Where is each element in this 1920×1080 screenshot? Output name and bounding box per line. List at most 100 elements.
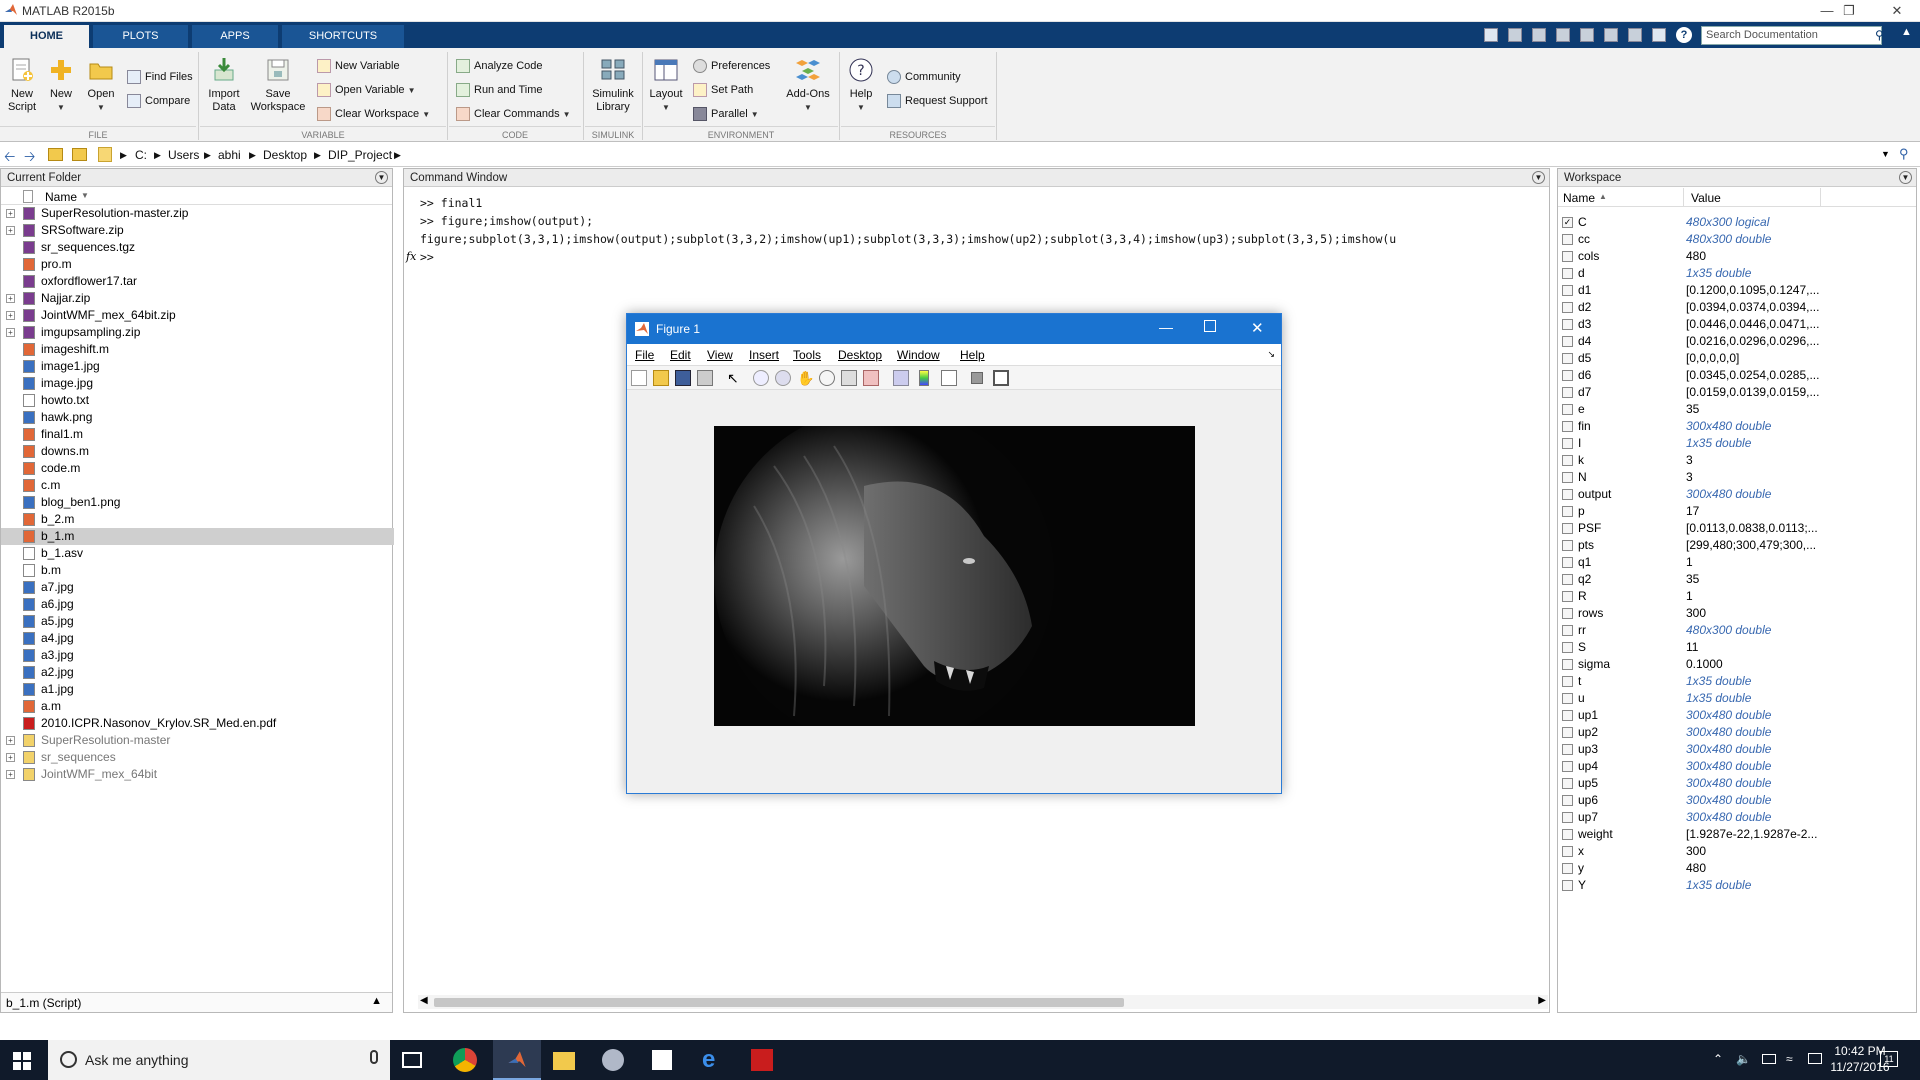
new-variable-button[interactable]: New Variable [317, 57, 400, 75]
expand-icon[interactable]: + [6, 209, 15, 218]
workspace-row[interactable]: rr 480x300 double [1558, 622, 1918, 639]
menu-insert[interactable]: Insert [749, 348, 779, 362]
parallel-button[interactable]: Parallel ▼ [693, 105, 759, 123]
help-icon[interactable]: ? [1676, 27, 1692, 43]
workspace-row[interactable]: rows 300 [1558, 605, 1918, 622]
paste-icon[interactable] [1556, 28, 1570, 42]
file-row[interactable]: a4.jpg [1, 630, 394, 647]
workspace-row[interactable]: up5 300x480 double [1558, 775, 1918, 792]
file-row[interactable]: imageshift.m [1, 341, 394, 358]
show-plot-tools-icon[interactable] [993, 370, 1009, 386]
find-files-button[interactable]: Find Files [127, 68, 193, 86]
print-figure-icon[interactable] [697, 370, 713, 386]
file-row[interactable]: + Najjar.zip [1, 290, 394, 307]
file-row[interactable]: 2010.ICPR.Nasonov_Krylov.SR_Med.en.pdf [1, 715, 394, 732]
link-plot-icon[interactable] [893, 370, 909, 386]
workspace-row[interactable]: cc 480x300 double [1558, 231, 1918, 248]
file-row[interactable]: image1.jpg [1, 358, 394, 375]
file-row[interactable]: sr_sequences.tgz [1, 239, 394, 256]
workspace-row[interactable]: sigma 0.1000 [1558, 656, 1918, 673]
workspace-row[interactable]: d1 [0.1200,0.1095,0.1247,... [1558, 282, 1918, 299]
column-value[interactable]: Value [1691, 191, 1721, 205]
menu-help[interactable]: Help [960, 348, 985, 362]
workspace-row[interactable]: up2 300x480 double [1558, 724, 1918, 741]
file-row[interactable]: a3.jpg [1, 647, 394, 664]
path-segment[interactable]: C: [135, 148, 147, 162]
file-row[interactable]: b_2.m [1, 511, 394, 528]
file-explorer-icon[interactable] [553, 1052, 575, 1070]
workspace-row[interactable]: cols 480 [1558, 248, 1918, 265]
file-row[interactable]: + SuperResolution-master.zip [1, 205, 394, 222]
colorbar-icon[interactable] [919, 370, 929, 386]
scrollbar-thumb[interactable] [434, 998, 1124, 1007]
file-row[interactable]: + JointWMF_mex_64bit.zip [1, 307, 394, 324]
workspace-row[interactable]: q1 1 [1558, 554, 1918, 571]
file-row[interactable]: a5.jpg [1, 613, 394, 630]
scroll-left-icon[interactable]: ◀ [420, 995, 428, 1006]
menu-desktop[interactable]: Desktop [838, 348, 882, 362]
workspace-row[interactable]: d6 [0.0345,0.0254,0.0285,... [1558, 367, 1918, 384]
workspace-row[interactable]: up4 300x480 double [1558, 758, 1918, 775]
action-center-icon[interactable]: 11 [1880, 1051, 1898, 1067]
tab-apps[interactable]: APPS [192, 25, 278, 48]
menu-file[interactable]: File [635, 348, 654, 362]
cut-icon[interactable] [1508, 28, 1522, 42]
file-row[interactable]: final1.m [1, 426, 394, 443]
simulink-library-button[interactable]: Simulink Library [590, 56, 636, 114]
file-row[interactable]: code.m [1, 460, 394, 477]
column-name[interactable]: Name [45, 190, 77, 204]
workspace-row[interactable]: up1 300x480 double [1558, 707, 1918, 724]
file-row[interactable]: b_1.m [1, 528, 394, 545]
legend-icon[interactable] [941, 370, 957, 386]
workspace-row[interactable]: Y 1x35 double [1558, 877, 1918, 894]
file-row[interactable]: pro.m [1, 256, 394, 273]
file-row[interactable]: + imgupsampling.zip [1, 324, 394, 341]
file-row[interactable]: a6.jpg [1, 596, 394, 613]
dock-figure-icon[interactable]: ↘ [1267, 349, 1275, 360]
open-button[interactable]: Open ▼ [86, 56, 116, 114]
expand-icon[interactable]: + [6, 753, 15, 762]
compare-button[interactable]: Compare [127, 92, 190, 110]
column-name[interactable]: Name [1563, 191, 1595, 205]
workspace-row[interactable]: I 1x35 double [1558, 435, 1918, 452]
community-button[interactable]: Community [887, 68, 961, 86]
import-data-button[interactable]: Import Data [206, 56, 242, 114]
back-arrow-icon[interactable]: 🡠 [4, 146, 15, 170]
figure-maximize-button[interactable] [1204, 320, 1216, 332]
workspace-row[interactable]: weight [1.9287e-22,1.9287e-2... [1558, 826, 1918, 843]
request-support-button[interactable]: Request Support [887, 92, 988, 110]
file-row[interactable]: c.m [1, 477, 394, 494]
panel-menu-icon[interactable]: ▼ [1899, 171, 1912, 184]
file-row[interactable]: image.jpg [1, 375, 394, 392]
workspace-row[interactable]: q2 35 [1558, 571, 1918, 588]
hide-plot-tools-icon[interactable] [971, 372, 983, 384]
path-segment[interactable]: Users [168, 148, 199, 162]
tab-shortcuts[interactable]: SHORTCUTS [282, 25, 404, 48]
preferences-button[interactable]: Preferences [693, 57, 770, 75]
workspace-row[interactable]: ✓ C 480x300 logical [1558, 214, 1918, 231]
save-icon[interactable] [1484, 28, 1498, 42]
workspace-row[interactable]: y 480 [1558, 860, 1918, 877]
workspace-row[interactable]: e 35 [1558, 401, 1918, 418]
undo-icon[interactable] [1580, 28, 1594, 42]
zoom-out-icon[interactable] [775, 370, 791, 386]
search-icon[interactable]: ⚲ [1875, 28, 1884, 42]
file-row[interactable]: b_1.asv [1, 545, 394, 562]
close-button[interactable]: ✕ [1874, 0, 1920, 22]
workspace-row[interactable]: d3 [0.0446,0.0446,0.0471,... [1558, 316, 1918, 333]
file-row[interactable]: b.m [1, 562, 394, 579]
path-segment[interactable]: Desktop [263, 148, 307, 162]
show-hidden-icons[interactable]: ⌃ [1713, 1052, 1723, 1066]
file-row[interactable]: + JointWMF_mex_64bit [1, 766, 394, 783]
path-segment[interactable]: DIP_Project [328, 148, 392, 162]
workspace-row[interactable]: N3 [1558, 469, 1918, 486]
file-row[interactable]: + SuperResolution-master [1, 732, 394, 749]
layout-icon[interactable] [1652, 28, 1666, 42]
file-row[interactable]: a2.jpg [1, 664, 394, 681]
figure-minimize-button[interactable]: — [1159, 319, 1173, 335]
workspace-row[interactable]: pts [299,480;300,479;300,... [1558, 537, 1918, 554]
switch-windows-icon[interactable] [1628, 28, 1642, 42]
help-button[interactable]: ? Help ▼ [846, 56, 876, 114]
volume-icon[interactable]: 🔈 [1736, 1052, 1751, 1066]
add-ons-button[interactable]: Add-Ons ▼ [784, 56, 832, 114]
